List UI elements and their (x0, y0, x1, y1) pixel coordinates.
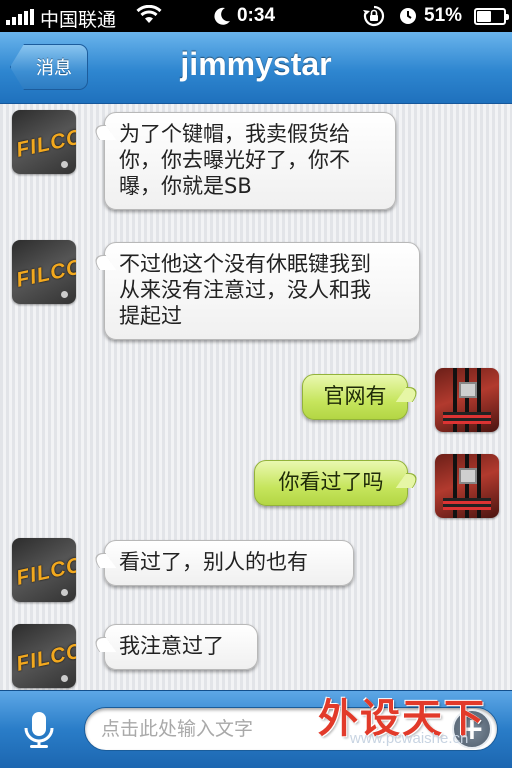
conversation-title: jimmystar (180, 46, 332, 82)
message-line: 你看过了吗 (278, 470, 384, 494)
rotation-lock-icon (362, 5, 386, 33)
message-line: 不过他这个没有休眠键我到 (119, 252, 371, 276)
filco-logo-avatar[interactable]: FILCO (12, 624, 76, 688)
incoming-message-bubble[interactable]: 我注意过了 (104, 624, 258, 670)
filco-logo-avatar[interactable]: FILCO (12, 240, 76, 304)
back-button[interactable]: 消息 (10, 44, 88, 90)
message-line: 提起过 (119, 304, 182, 328)
outgoing-message-bubble[interactable]: 官网有 (302, 374, 408, 420)
filco-logo: FILCO (14, 553, 76, 590)
microphone-icon[interactable] (16, 707, 62, 753)
message-line: 我注意过了 (119, 634, 224, 658)
message-line: 曝，你就是SB (119, 174, 252, 198)
motherboard-avatar[interactable] (435, 454, 499, 518)
incoming-message-bubble[interactable]: 不过他这个没有休眠键我到 从来没有注意过，没人和我 提起过 (104, 242, 420, 340)
battery-level (477, 11, 492, 22)
filco-logo: FILCO (14, 255, 76, 292)
plus-icon[interactable]: + (452, 709, 492, 749)
incoming-message-bubble[interactable]: 看过了，别人的也有 (104, 540, 354, 586)
filco-logo: FILCO (14, 639, 76, 676)
filco-logo-avatar[interactable]: FILCO (12, 110, 76, 174)
filco-logo-avatar[interactable]: FILCO (12, 538, 76, 602)
message-line: 官网有 (323, 384, 387, 408)
navigation-bar: 消息 jimmystar (0, 32, 512, 104)
message-line: 从来没有注意过，没人和我 (119, 278, 371, 302)
battery-percentage: 51% (424, 5, 463, 26)
motherboard-avatar[interactable] (435, 368, 499, 432)
incoming-message-bubble[interactable]: 为了个键帽，我卖假货给 你，你去曝光好了，你不 曝，你就是SB (104, 112, 396, 210)
filco-logo: FILCO (14, 125, 76, 162)
alarm-icon (398, 6, 418, 32)
status-bar: 中国联通 0:34 51% (0, 0, 512, 32)
message-line: 看过了，别人的也有 (119, 550, 308, 574)
message-input[interactable] (84, 707, 498, 751)
outgoing-message-bubble[interactable]: 你看过了吗 (254, 460, 408, 506)
message-line: 为了个键帽，我卖假货给 (119, 122, 350, 146)
battery-icon (474, 8, 509, 25)
chat-area[interactable]: FILCO 为了个键帽，我卖假货给 你，你去曝光好了，你不 曝，你就是SB FI… (0, 104, 512, 690)
input-bar: + (0, 690, 512, 768)
message-line: 你，你去曝光好了，你不 (119, 148, 350, 172)
